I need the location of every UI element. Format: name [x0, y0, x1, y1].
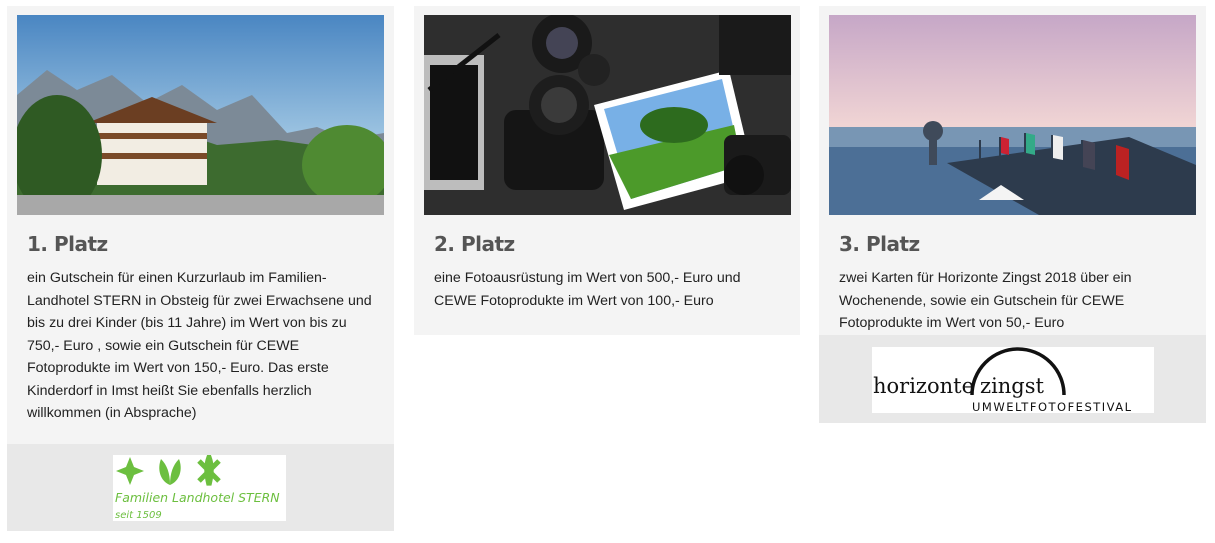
zingst-logo-subtitle: UMWELTFOTOFESTIVAL — [972, 400, 1133, 413]
pier-flags-photo — [829, 15, 1196, 215]
prize-card-3: 3. Platz zwei Karten für Horizonte Zings… — [819, 6, 1206, 335]
prize-card-2: 2. Platz eine Fotoausrüstung im Wert von… — [414, 6, 800, 335]
hotel-alps-photo — [17, 15, 384, 215]
familien-landhotel-stern-logo: Familien Landhotel STERN seit 1509 — [113, 455, 286, 521]
stern-logo-since: seit 1509 — [115, 510, 162, 521]
place-title: 3. Platz — [839, 232, 920, 256]
stern-logo-name: Familien Landhotel STERN — [115, 490, 280, 505]
place-title: 1. Platz — [27, 232, 108, 256]
prize-card-1: 1. Platz ein Gutschein für einen Kurzurl… — [7, 6, 394, 444]
sponsor-logo-band: Familien Landhotel STERN seit 1509 — [7, 444, 394, 531]
prize-description: ein Gutschein für einen Kurzurlaub im Fa… — [27, 270, 372, 421]
sponsor-logo-band: horizonte zingst UMWELTFOTOFESTIVAL — [819, 335, 1206, 423]
prize-description: zwei Karten für Horizonte Zingst 2018 üb… — [839, 270, 1132, 331]
prize-description: eine Fotoausrüstung im Wert von 500,- Eu… — [434, 270, 741, 309]
camera-equipment-photo — [424, 15, 791, 215]
zingst-logo-word1: horizonte — [873, 374, 974, 398]
zingst-logo-word2: zingst — [980, 374, 1045, 398]
horizonte-zingst-logo: horizonte zingst UMWELTFOTOFESTIVAL — [872, 347, 1154, 413]
place-title: 2. Platz — [434, 232, 515, 256]
